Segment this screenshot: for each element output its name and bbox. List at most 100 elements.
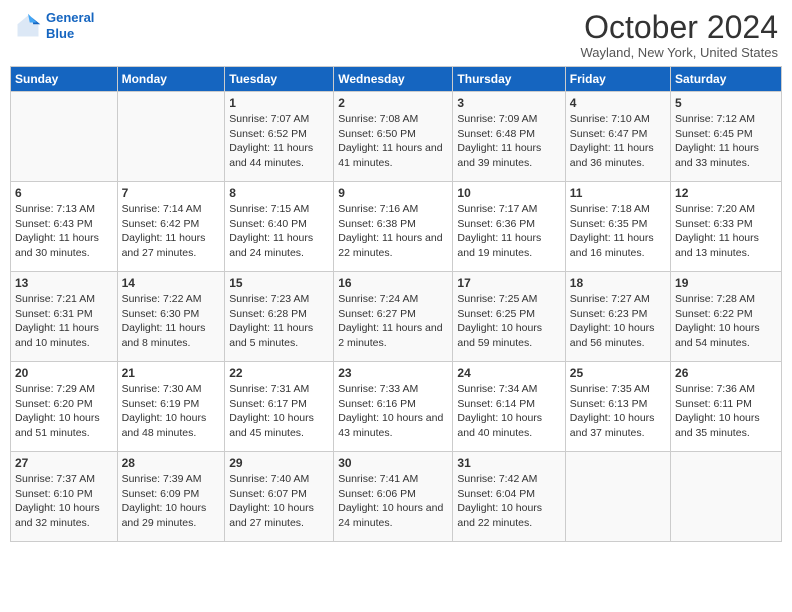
day-info: Sunrise: 7:10 AMSunset: 6:47 PMDaylight:… bbox=[570, 112, 666, 171]
calendar-cell: 6Sunrise: 7:13 AMSunset: 6:43 PMDaylight… bbox=[11, 182, 118, 272]
day-number: 9 bbox=[338, 185, 448, 202]
calendar-header: SundayMondayTuesdayWednesdayThursdayFrid… bbox=[11, 67, 782, 92]
calendar-cell: 2Sunrise: 7:08 AMSunset: 6:50 PMDaylight… bbox=[334, 92, 453, 182]
calendar-cell: 31Sunrise: 7:42 AMSunset: 6:04 PMDayligh… bbox=[453, 452, 565, 542]
header-row: SundayMondayTuesdayWednesdayThursdayFrid… bbox=[11, 67, 782, 92]
day-info: Sunrise: 7:16 AMSunset: 6:38 PMDaylight:… bbox=[338, 202, 448, 261]
calendar-cell: 20Sunrise: 7:29 AMSunset: 6:20 PMDayligh… bbox=[11, 362, 118, 452]
day-number: 10 bbox=[457, 185, 560, 202]
calendar-cell: 28Sunrise: 7:39 AMSunset: 6:09 PMDayligh… bbox=[117, 452, 225, 542]
calendar-cell: 25Sunrise: 7:35 AMSunset: 6:13 PMDayligh… bbox=[565, 362, 670, 452]
day-info: Sunrise: 7:24 AMSunset: 6:27 PMDaylight:… bbox=[338, 292, 448, 351]
day-info: Sunrise: 7:09 AMSunset: 6:48 PMDaylight:… bbox=[457, 112, 560, 171]
logo-general: General bbox=[46, 10, 94, 25]
day-number: 18 bbox=[570, 275, 666, 292]
day-info: Sunrise: 7:17 AMSunset: 6:36 PMDaylight:… bbox=[457, 202, 560, 261]
calendar-cell: 27Sunrise: 7:37 AMSunset: 6:10 PMDayligh… bbox=[11, 452, 118, 542]
day-number: 30 bbox=[338, 455, 448, 472]
day-info: Sunrise: 7:39 AMSunset: 6:09 PMDaylight:… bbox=[122, 472, 221, 531]
day-number: 23 bbox=[338, 365, 448, 382]
day-number: 14 bbox=[122, 275, 221, 292]
day-number: 5 bbox=[675, 95, 777, 112]
day-info: Sunrise: 7:07 AMSunset: 6:52 PMDaylight:… bbox=[229, 112, 329, 171]
day-info: Sunrise: 7:33 AMSunset: 6:16 PMDaylight:… bbox=[338, 382, 448, 441]
day-info: Sunrise: 7:40 AMSunset: 6:07 PMDaylight:… bbox=[229, 472, 329, 531]
day-info: Sunrise: 7:12 AMSunset: 6:45 PMDaylight:… bbox=[675, 112, 777, 171]
calendar-cell: 5Sunrise: 7:12 AMSunset: 6:45 PMDaylight… bbox=[671, 92, 782, 182]
day-number: 28 bbox=[122, 455, 221, 472]
calendar-table: SundayMondayTuesdayWednesdayThursdayFrid… bbox=[10, 66, 782, 542]
calendar-cell: 17Sunrise: 7:25 AMSunset: 6:25 PMDayligh… bbox=[453, 272, 565, 362]
day-info: Sunrise: 7:34 AMSunset: 6:14 PMDaylight:… bbox=[457, 382, 560, 441]
day-number: 11 bbox=[570, 185, 666, 202]
calendar-cell: 14Sunrise: 7:22 AMSunset: 6:30 PMDayligh… bbox=[117, 272, 225, 362]
day-info: Sunrise: 7:27 AMSunset: 6:23 PMDaylight:… bbox=[570, 292, 666, 351]
day-number: 6 bbox=[15, 185, 113, 202]
header-cell-thursday: Thursday bbox=[453, 67, 565, 92]
day-number: 4 bbox=[570, 95, 666, 112]
day-info: Sunrise: 7:22 AMSunset: 6:30 PMDaylight:… bbox=[122, 292, 221, 351]
day-number: 13 bbox=[15, 275, 113, 292]
calendar-cell: 7Sunrise: 7:14 AMSunset: 6:42 PMDaylight… bbox=[117, 182, 225, 272]
day-number: 25 bbox=[570, 365, 666, 382]
calendar-cell: 3Sunrise: 7:09 AMSunset: 6:48 PMDaylight… bbox=[453, 92, 565, 182]
page-header: General Blue October 2024 Wayland, New Y… bbox=[10, 10, 782, 60]
header-cell-tuesday: Tuesday bbox=[225, 67, 334, 92]
day-number: 22 bbox=[229, 365, 329, 382]
day-number: 1 bbox=[229, 95, 329, 112]
calendar-cell: 16Sunrise: 7:24 AMSunset: 6:27 PMDayligh… bbox=[334, 272, 453, 362]
day-info: Sunrise: 7:29 AMSunset: 6:20 PMDaylight:… bbox=[15, 382, 113, 441]
day-number: 29 bbox=[229, 455, 329, 472]
calendar-cell: 29Sunrise: 7:40 AMSunset: 6:07 PMDayligh… bbox=[225, 452, 334, 542]
day-number: 3 bbox=[457, 95, 560, 112]
day-number: 24 bbox=[457, 365, 560, 382]
day-number: 7 bbox=[122, 185, 221, 202]
day-info: Sunrise: 7:30 AMSunset: 6:19 PMDaylight:… bbox=[122, 382, 221, 441]
calendar-cell: 12Sunrise: 7:20 AMSunset: 6:33 PMDayligh… bbox=[671, 182, 782, 272]
day-info: Sunrise: 7:13 AMSunset: 6:43 PMDaylight:… bbox=[15, 202, 113, 261]
day-number: 16 bbox=[338, 275, 448, 292]
calendar-week-2: 6Sunrise: 7:13 AMSunset: 6:43 PMDaylight… bbox=[11, 182, 782, 272]
calendar-cell: 22Sunrise: 7:31 AMSunset: 6:17 PMDayligh… bbox=[225, 362, 334, 452]
header-cell-monday: Monday bbox=[117, 67, 225, 92]
calendar-cell: 15Sunrise: 7:23 AMSunset: 6:28 PMDayligh… bbox=[225, 272, 334, 362]
day-info: Sunrise: 7:18 AMSunset: 6:35 PMDaylight:… bbox=[570, 202, 666, 261]
day-number: 12 bbox=[675, 185, 777, 202]
calendar-week-4: 20Sunrise: 7:29 AMSunset: 6:20 PMDayligh… bbox=[11, 362, 782, 452]
logo: General Blue bbox=[14, 10, 94, 41]
day-info: Sunrise: 7:25 AMSunset: 6:25 PMDaylight:… bbox=[457, 292, 560, 351]
day-number: 21 bbox=[122, 365, 221, 382]
calendar-cell bbox=[565, 452, 670, 542]
calendar-cell: 1Sunrise: 7:07 AMSunset: 6:52 PMDaylight… bbox=[225, 92, 334, 182]
calendar-cell: 4Sunrise: 7:10 AMSunset: 6:47 PMDaylight… bbox=[565, 92, 670, 182]
day-info: Sunrise: 7:08 AMSunset: 6:50 PMDaylight:… bbox=[338, 112, 448, 171]
calendar-body: 1Sunrise: 7:07 AMSunset: 6:52 PMDaylight… bbox=[11, 92, 782, 542]
day-number: 20 bbox=[15, 365, 113, 382]
location: Wayland, New York, United States bbox=[580, 45, 778, 60]
day-info: Sunrise: 7:37 AMSunset: 6:10 PMDaylight:… bbox=[15, 472, 113, 531]
calendar-cell: 24Sunrise: 7:34 AMSunset: 6:14 PMDayligh… bbox=[453, 362, 565, 452]
calendar-cell bbox=[671, 452, 782, 542]
calendar-cell bbox=[11, 92, 118, 182]
calendar-cell: 21Sunrise: 7:30 AMSunset: 6:19 PMDayligh… bbox=[117, 362, 225, 452]
calendar-cell: 19Sunrise: 7:28 AMSunset: 6:22 PMDayligh… bbox=[671, 272, 782, 362]
calendar-cell: 8Sunrise: 7:15 AMSunset: 6:40 PMDaylight… bbox=[225, 182, 334, 272]
calendar-cell bbox=[117, 92, 225, 182]
day-info: Sunrise: 7:28 AMSunset: 6:22 PMDaylight:… bbox=[675, 292, 777, 351]
month-title: October 2024 bbox=[580, 10, 778, 45]
day-info: Sunrise: 7:14 AMSunset: 6:42 PMDaylight:… bbox=[122, 202, 221, 261]
day-info: Sunrise: 7:35 AMSunset: 6:13 PMDaylight:… bbox=[570, 382, 666, 441]
day-number: 31 bbox=[457, 455, 560, 472]
day-info: Sunrise: 7:31 AMSunset: 6:17 PMDaylight:… bbox=[229, 382, 329, 441]
logo-icon bbox=[14, 12, 42, 40]
day-info: Sunrise: 7:15 AMSunset: 6:40 PMDaylight:… bbox=[229, 202, 329, 261]
day-info: Sunrise: 7:23 AMSunset: 6:28 PMDaylight:… bbox=[229, 292, 329, 351]
day-number: 8 bbox=[229, 185, 329, 202]
calendar-week-1: 1Sunrise: 7:07 AMSunset: 6:52 PMDaylight… bbox=[11, 92, 782, 182]
day-number: 27 bbox=[15, 455, 113, 472]
day-info: Sunrise: 7:42 AMSunset: 6:04 PMDaylight:… bbox=[457, 472, 560, 531]
day-info: Sunrise: 7:36 AMSunset: 6:11 PMDaylight:… bbox=[675, 382, 777, 441]
calendar-week-3: 13Sunrise: 7:21 AMSunset: 6:31 PMDayligh… bbox=[11, 272, 782, 362]
calendar-cell: 13Sunrise: 7:21 AMSunset: 6:31 PMDayligh… bbox=[11, 272, 118, 362]
calendar-cell: 23Sunrise: 7:33 AMSunset: 6:16 PMDayligh… bbox=[334, 362, 453, 452]
